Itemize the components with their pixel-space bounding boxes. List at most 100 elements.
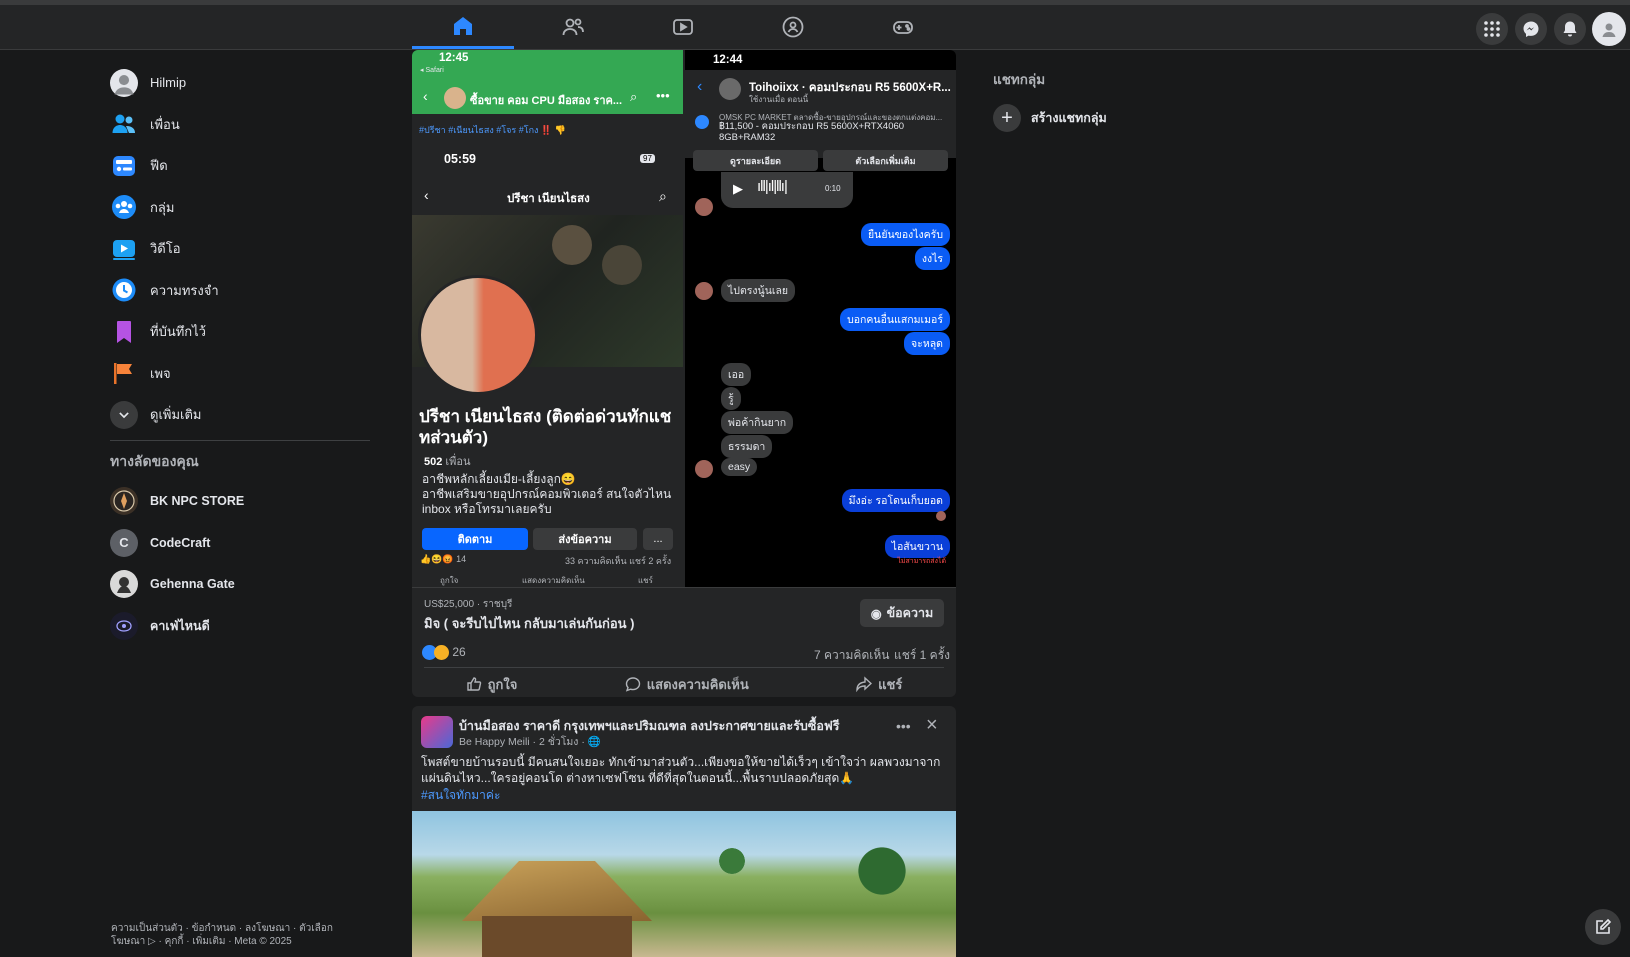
listing-message-button[interactable]: ◉ ข้อความ — [860, 599, 944, 627]
message-bubble-received: ธรรมดา — [721, 435, 773, 458]
post-image[interactable] — [412, 811, 956, 957]
reaction-count: 26 — [452, 645, 466, 659]
message-bubble-received: ไปตรงนู้นเลย — [721, 279, 796, 302]
share-count[interactable]: แชร์ 1 ครั้ง — [894, 646, 950, 665]
avatar-icon — [114, 74, 134, 95]
sidebar-item-see-more[interactable]: ดูเพิ่มเติม — [104, 394, 374, 436]
messenger-button[interactable] — [1515, 13, 1547, 45]
message-bubble-received: พ่อค้ากินยาก — [721, 411, 794, 434]
listing-price: US$25,000 · ราชบุรี — [424, 599, 513, 610]
listing-strip: US$25,000 · ราชบุรี มิจ ( จะรีบไปไหน กลั… — [412, 587, 956, 637]
sidebar-item-feed[interactable]: ฟีด — [104, 145, 374, 187]
reaction-summary[interactable]: 26 — [422, 645, 466, 661]
compose-icon — [1596, 918, 1612, 934]
post-hashtag[interactable]: #สนใจทักมาค่ะ — [421, 786, 500, 805]
sidebar-item-video[interactable]: วิดีโอ — [104, 228, 374, 270]
back-arrow-icon: ‹ — [424, 187, 429, 203]
top-navigation-bar — [0, 0, 1630, 50]
right-column: แชทกลุ่ม + สร้างแชทกลุ่ม — [993, 68, 1107, 132]
post-image-right[interactable]: 12:44 ‹ Toihoiixx · คอมประกอบ R5 5600X+R… — [685, 50, 956, 587]
message-bubble-sent: งงไร — [914, 247, 950, 270]
left-sidebar: Hilmip เพื่อน ฟีด กลุ่ม วิดีโอ ความทรงจำ — [104, 62, 374, 647]
profile-picture — [418, 275, 538, 395]
post-card: 12:45 ◂ Safari ‹ ซื้อขาย คอม CPU มือสอง … — [412, 50, 956, 697]
close-icon[interactable]: × — [926, 714, 938, 737]
message-bubble-sent: ยืนยันของไงครับ — [860, 223, 950, 246]
groups-tab[interactable] — [742, 5, 844, 49]
friends-tab[interactable] — [522, 5, 624, 49]
watch-tab[interactable] — [632, 5, 734, 49]
video-icon — [110, 235, 138, 263]
shortcuts-heading: ทางลัดของคุณ — [110, 452, 199, 469]
post-card: บ้านมือสอง ราคาดี กรุงเทพฯและปริมณฑล ลงป… — [412, 706, 956, 957]
message-bubble-received: easy — [721, 458, 758, 476]
sidebar-item-memories[interactable]: ความทรงจำ — [104, 270, 374, 312]
search-icon: ⌕ — [659, 188, 667, 204]
sidebar-item-saved[interactable]: ที่บันทึกไว้ — [104, 311, 374, 353]
comment-count[interactable]: 7 ความคิดเห็น — [814, 646, 889, 665]
shortcut-item[interactable]: BK NPC STORE — [104, 481, 374, 523]
thumbs-up-icon — [466, 677, 481, 691]
shortcut-item[interactable]: C CodeCraft — [104, 522, 374, 564]
home-icon — [454, 16, 472, 35]
mini-action: แสดงความคิดเห็น — [522, 576, 585, 585]
menu-button[interactable] — [1476, 13, 1508, 45]
new-message-button[interactable] — [1585, 909, 1621, 945]
sidebar-item-groups[interactable]: กลุ่ม — [104, 187, 374, 229]
follow-button: ติดตาม — [422, 528, 528, 550]
comment-button[interactable]: แสดงความคิดเห็น — [625, 674, 749, 695]
sidebar-item-label: ดูเพิ่มเติม — [150, 407, 202, 423]
back-arrow-icon: ‹ — [423, 88, 428, 104]
groups-icon — [110, 193, 138, 221]
home-tab[interactable] — [412, 5, 514, 49]
bell-icon — [1563, 21, 1577, 37]
sidebar-item-friends[interactable]: เพื่อน — [104, 104, 374, 146]
haha-reaction-icon — [434, 645, 449, 661]
house-roof — [462, 861, 652, 921]
chat-avatar — [719, 78, 741, 100]
audio-duration: 0:10 — [825, 184, 841, 193]
page-avatar[interactable] — [421, 716, 453, 748]
profile-title: ปรีชา เนียนไธสง — [507, 193, 590, 205]
profile-avatar-button[interactable] — [1592, 12, 1626, 46]
like-label: ถูกใจ — [487, 676, 518, 692]
bio-line: อาชีพเสริมขายอุปกรณ์คอมพิวเตอร์ สนใจตัวไ… — [422, 487, 672, 516]
shortcut-item[interactable]: Gehenna Gate — [104, 564, 374, 606]
menu-grid-icon — [1484, 21, 1500, 37]
sidebar-item-pages[interactable]: เพจ — [104, 353, 374, 395]
sidebar-item-label: ความทรงจำ — [150, 282, 219, 298]
voice-message: ▶ ıll|ıl|llı| 0:10 — [721, 172, 853, 208]
share-button[interactable]: แชร์ — [856, 674, 902, 695]
pages-icon — [110, 359, 138, 387]
back-label: ◂ Safari — [420, 67, 444, 74]
shortcut-item[interactable]: คาเฟ่ไหนดี — [104, 605, 374, 647]
like-button[interactable]: ถูกใจ — [466, 674, 518, 695]
tree — [712, 841, 752, 881]
watch-icon — [673, 19, 693, 35]
notifications-button[interactable] — [1554, 13, 1586, 45]
more-dots-icon: ••• — [656, 88, 670, 103]
comment-icon — [625, 677, 640, 692]
create-group-chat-button[interactable]: + สร้างแชทกลุ่ม — [993, 104, 1107, 132]
messenger-icon — [1523, 21, 1539, 37]
gaming-tab[interactable] — [852, 5, 954, 49]
sidebar-item-profile[interactable]: Hilmip — [104, 62, 374, 104]
mini-stats: 33 ความคิดเห็น แชร์ 2 ครั้ง — [565, 556, 672, 566]
status-time: 12:45 — [439, 52, 469, 64]
message-bubble-sent: ไอสันขวาน — [884, 535, 950, 558]
shortcut-label: CodeCraft — [150, 535, 211, 550]
messenger-icon: ◉ — [870, 606, 882, 621]
sidebar-item-label: ที่บันทึกไว้ — [150, 324, 206, 340]
palm-tree — [852, 821, 912, 921]
search-icon: ⌕ — [630, 89, 638, 104]
bk-npc-store-avatar — [110, 487, 138, 516]
more-options-icon[interactable]: ••• — [896, 718, 911, 734]
post-image-left[interactable]: 12:45 ◂ Safari ‹ ซื้อขาย คอม CPU มือสอง … — [412, 50, 683, 587]
memories-icon — [110, 276, 138, 304]
create-group-chat-label: สร้างแชทกลุ่ม — [1031, 111, 1107, 125]
sidebar-footer: ความเป็นส่วนตัว · ข้อกำหนด · ลงโฆษณา · ต… — [111, 923, 333, 947]
sender-avatar — [695, 460, 713, 478]
profile-avatar-icon — [1602, 23, 1616, 37]
more-button: ... — [643, 528, 673, 550]
friends-icon — [110, 110, 138, 138]
